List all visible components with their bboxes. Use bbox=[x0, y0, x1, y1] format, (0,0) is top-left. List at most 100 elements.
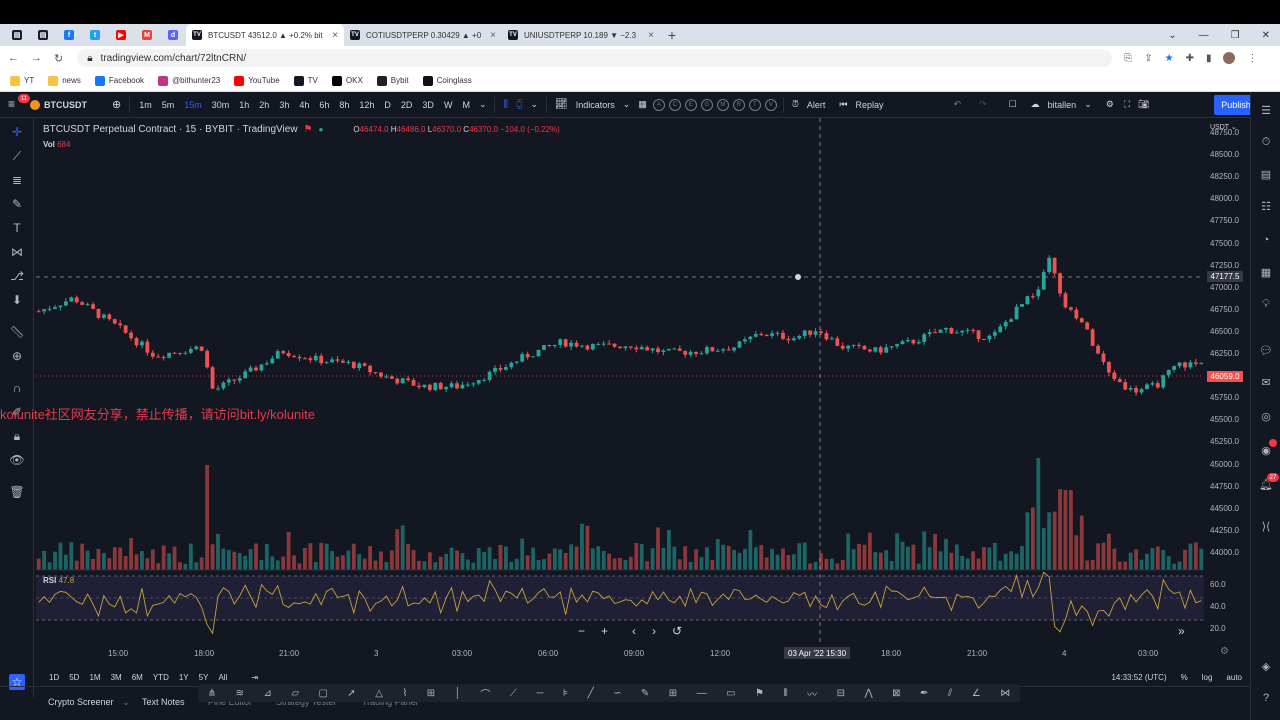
close-icon[interactable]: × bbox=[332, 30, 338, 41]
more-menu-icon[interactable]: ⋮ bbox=[1247, 53, 1257, 64]
line-icon[interactable]: ╱ bbox=[588, 688, 594, 699]
pinned-tab[interactable]: t bbox=[82, 24, 108, 46]
interval-M[interactable]: M bbox=[457, 100, 475, 110]
trash-icon[interactable]: 🗑︎ bbox=[9, 484, 25, 500]
zoom-in-icon[interactable]: + bbox=[601, 624, 608, 638]
ruler-icon[interactable]: 📏︎ bbox=[9, 324, 25, 340]
fib-channel-icon[interactable]: ≋ bbox=[236, 688, 244, 699]
angle-icon[interactable]: ∠ bbox=[972, 688, 981, 699]
elliott-wave-icon[interactable]: 〰 bbox=[807, 686, 817, 701]
pattern-icon[interactable]: ⋈ bbox=[9, 244, 25, 260]
help-circle-icon[interactable]: ? bbox=[1258, 690, 1274, 706]
interval-12h[interactable]: 12h bbox=[354, 100, 379, 110]
percent-scale-button[interactable]: % bbox=[1181, 673, 1188, 682]
data-window-icon[interactable]: ▤ bbox=[1258, 166, 1274, 182]
symbol-search-button[interactable]: BTCUSDT bbox=[0, 99, 108, 110]
templates-icon[interactable]: ▦ bbox=[634, 99, 651, 110]
close-window-icon[interactable]: ✕ bbox=[1262, 30, 1270, 41]
template-a[interactable]: A bbox=[652, 98, 665, 111]
alert-button[interactable]: Alert bbox=[803, 100, 830, 110]
price-chart[interactable] bbox=[36, 118, 1204, 646]
projection-icon[interactable]: ⊧ bbox=[563, 688, 568, 699]
bookmark-item[interactable]: YouTube bbox=[234, 75, 280, 86]
back-icon[interactable]: ← bbox=[8, 52, 19, 65]
interval-D[interactable]: D bbox=[379, 100, 396, 110]
auto-scale-button[interactable]: auto bbox=[1226, 673, 1242, 682]
brush-icon[interactable]: ✎ bbox=[9, 196, 25, 212]
range-1m[interactable]: 1M bbox=[84, 673, 105, 682]
grid-icon[interactable]: ⊞ bbox=[669, 688, 677, 699]
arrow-icon[interactable]: ➚ bbox=[347, 688, 355, 699]
goto-date-icon[interactable]: ⇥ bbox=[246, 673, 263, 682]
template-g[interactable]: G bbox=[700, 98, 713, 111]
interval-1m[interactable]: 1m bbox=[134, 100, 157, 110]
bookmark-item[interactable]: news bbox=[48, 75, 81, 86]
bookmark-item[interactable]: OKX bbox=[331, 75, 363, 86]
ideas-icon[interactable]: 💡︎ bbox=[1258, 296, 1274, 312]
range-ytd[interactable]: YTD bbox=[148, 673, 174, 682]
pen-icon[interactable]: ✒ bbox=[920, 688, 928, 699]
interval-4h[interactable]: 4h bbox=[294, 100, 314, 110]
camera-icon[interactable]: 📷︎ bbox=[1134, 99, 1153, 110]
interval-W[interactable]: W bbox=[439, 100, 458, 110]
extensions-icon[interactable]: ✚ bbox=[1186, 53, 1194, 64]
zoom-in-icon[interactable]: ⊕ bbox=[9, 348, 25, 364]
pitchfork-icon[interactable]: ⋔ bbox=[208, 688, 216, 699]
triangle-icon[interactable]: △ bbox=[375, 688, 383, 699]
collapse-icon[interactable]: ⟩⟨ bbox=[1258, 518, 1274, 534]
scroll-to-realtime-icon[interactable]: » bbox=[1178, 624, 1185, 638]
template-c[interactable]: C bbox=[668, 98, 681, 111]
interval-5m[interactable]: 5m bbox=[157, 100, 180, 110]
pinned-tab[interactable]: M bbox=[134, 24, 160, 46]
bars-pattern-icon[interactable]: ⫴ bbox=[783, 688, 787, 699]
menu-icon[interactable]: ≡ bbox=[8, 97, 15, 111]
scroll-right-icon[interactable]: › bbox=[652, 624, 656, 638]
xabcd-icon[interactable]: ⋈ bbox=[1000, 688, 1010, 699]
reload-icon[interactable]: ↻ bbox=[54, 52, 63, 65]
pinned-tab[interactable]: f bbox=[56, 24, 82, 46]
alerts-clock-icon[interactable]: ⏱︎ bbox=[1258, 134, 1274, 150]
minimize-icon[interactable]: — bbox=[1199, 30, 1209, 41]
chevron-down-icon[interactable]: ⌄ bbox=[475, 99, 491, 110]
polyline-icon[interactable]: ⌒ bbox=[480, 686, 490, 701]
text-icon[interactable]: T bbox=[9, 220, 25, 236]
layers-icon[interactable]: ◈ bbox=[1258, 658, 1274, 674]
gann-icon[interactable]: ⊠ bbox=[892, 688, 900, 699]
range-icon[interactable]: ⊟ bbox=[837, 688, 845, 699]
pinned-tab[interactable]: ▤ bbox=[30, 24, 56, 46]
news-icon[interactable]: ☷ bbox=[1258, 198, 1274, 214]
curve-icon[interactable]: ∽ bbox=[613, 688, 621, 699]
indicators-button[interactable]: Indicators bbox=[572, 100, 619, 110]
panel-tab-text-notes[interactable]: Text Notes bbox=[142, 697, 185, 707]
range-3m[interactable]: 3M bbox=[106, 673, 127, 682]
rectangle-icon[interactable]: ▢ bbox=[318, 688, 327, 699]
calendar-icon[interactable]: ◔ bbox=[1258, 232, 1274, 248]
crosshair-icon[interactable]: ✛ bbox=[9, 124, 25, 140]
profile-avatar[interactable] bbox=[1223, 52, 1236, 64]
range-6m[interactable]: 6M bbox=[127, 673, 148, 682]
bookmark-item[interactable]: Bybit bbox=[376, 75, 409, 86]
screener-icon[interactable]: ▦ bbox=[1258, 264, 1274, 280]
settings-gear-icon[interactable]: ⚙︎ bbox=[1102, 99, 1118, 110]
translate-icon[interactable]: ⎘ bbox=[1124, 53, 1132, 64]
layout-name-button[interactable]: bitallen bbox=[1044, 100, 1081, 110]
layout-icon[interactable]: ☐ bbox=[1005, 99, 1021, 110]
template-m[interactable]: M bbox=[716, 98, 729, 111]
chat-icon[interactable]: 💬︎ bbox=[1258, 342, 1274, 358]
redo-icon[interactable]: ↷ bbox=[975, 99, 991, 110]
chevron-down-icon[interactable]: ⌄ bbox=[526, 99, 542, 110]
url-field[interactable]: 🔒︎ tradingview.com/chart/72ltnCRN/ bbox=[77, 49, 1113, 67]
range-1y[interactable]: 1Y bbox=[174, 673, 194, 682]
interval-6h[interactable]: 6h bbox=[314, 100, 334, 110]
browser-tab-btcusdt[interactable]: TV BTCUSDT 43512.0 ▲ +0.2% bit × bbox=[186, 24, 344, 46]
fullscreen-icon[interactable]: ⛶ bbox=[1120, 99, 1134, 110]
brush-icon[interactable]: ✎ bbox=[641, 688, 649, 699]
compare-icon[interactable]: ⊕ bbox=[108, 98, 125, 111]
bookmark-item[interactable]: YT bbox=[10, 75, 34, 86]
restore-icon[interactable]: ❐ bbox=[1231, 30, 1240, 41]
interval-2D[interactable]: 2D bbox=[396, 100, 418, 110]
time-axis-settings-icon[interactable]: ⚙︎ bbox=[1220, 646, 1229, 657]
forecast-icon[interactable]: ⎇ bbox=[9, 268, 25, 284]
currency-label[interactable]: USDT ⌄ bbox=[1210, 123, 1237, 131]
sidebar-icon[interactable]: ▮ bbox=[1206, 53, 1212, 64]
